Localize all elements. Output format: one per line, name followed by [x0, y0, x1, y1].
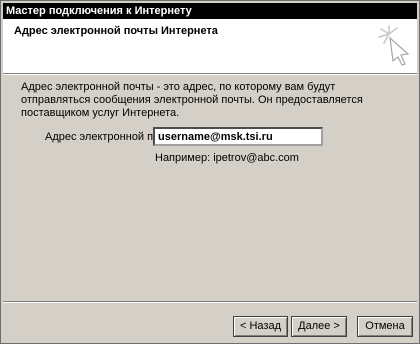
- example-hint: Например: ipetrov@abc.com: [155, 152, 299, 164]
- footer-separator: [3, 301, 417, 303]
- next-button[interactable]: Далее >: [291, 316, 347, 337]
- header-separator: [3, 73, 417, 75]
- back-button[interactable]: < Назад: [233, 316, 288, 337]
- title-bar[interactable]: Мастер подключения к Интернету: [3, 3, 417, 19]
- description-text: Адрес электронной почты - это адрес, по …: [21, 81, 363, 119]
- email-field[interactable]: [153, 127, 323, 146]
- wizard-header: Адрес электронной почты Интернета: [3, 19, 417, 73]
- page-title: Адрес электронной почты Интернета: [14, 25, 218, 37]
- wizard-window: Мастер подключения к Интернету Адрес эле…: [0, 0, 420, 344]
- cancel-button[interactable]: Отмена: [357, 316, 413, 337]
- wizard-sparkle-icon: [378, 25, 410, 66]
- window-title: Мастер подключения к Интернету: [6, 5, 192, 17]
